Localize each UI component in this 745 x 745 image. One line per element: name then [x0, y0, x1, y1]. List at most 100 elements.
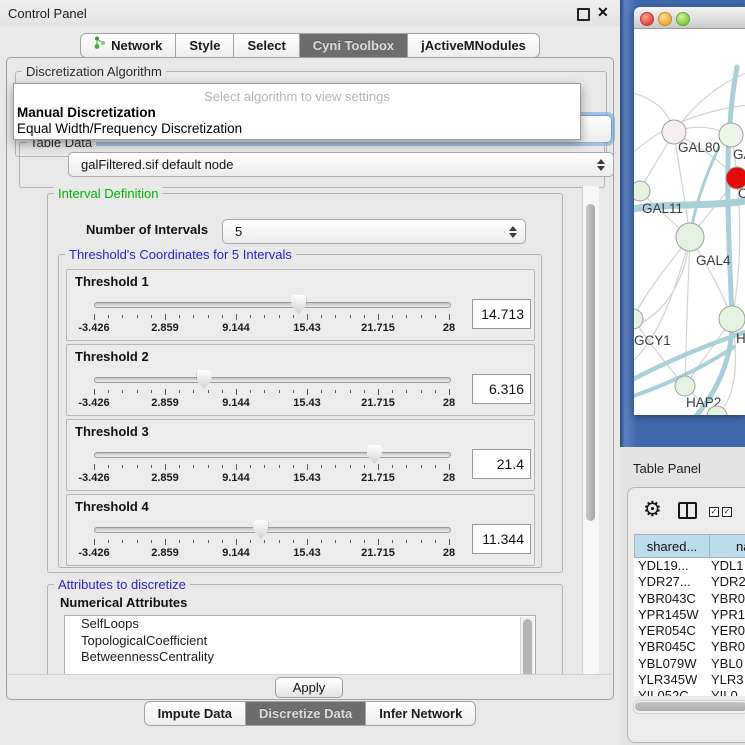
network-window-titlebar[interactable] [634, 7, 745, 29]
panel-title: Control Panel [8, 6, 87, 21]
mac-zoom-icon[interactable] [676, 12, 690, 26]
cell-shared-name[interactable]: YBL079W [634, 656, 708, 672]
horizontal-scrollbar[interactable] [633, 700, 745, 714]
slider-thumb[interactable] [367, 445, 382, 464]
cell-name[interactable]: YBL0 [708, 656, 745, 672]
slider-tick [179, 465, 180, 468]
network-node-gcy1[interactable] [634, 309, 643, 329]
slider-tick [236, 464, 237, 470]
table-row[interactable]: YLR345WYLR3 [634, 672, 745, 688]
cell-name[interactable]: YDR2 [708, 574, 745, 590]
network-view-window[interactable]: GAL80GACGAL11GAL4GCY1HHAP2 [634, 7, 745, 415]
network-node-gal4[interactable] [676, 223, 704, 251]
slider-track[interactable] [94, 452, 451, 458]
table-data-combobox[interactable]: galFiltered.sif default node [68, 152, 614, 177]
cell-name[interactable]: YLR3 [708, 672, 745, 688]
slider-tick [364, 540, 365, 543]
tab-cyni-toolbox[interactable]: Cyni Toolbox [300, 33, 408, 58]
column-header-name[interactable]: na [709, 534, 745, 558]
mac-minimize-icon[interactable] [658, 12, 672, 26]
slider-tick [279, 390, 280, 393]
mac-close-icon[interactable] [640, 12, 654, 26]
threshold-value-field[interactable]: 11.344 [472, 524, 531, 554]
cell-shared-name[interactable]: YBR045C [634, 639, 708, 655]
vertical-scrollbar[interactable] [582, 186, 599, 674]
cell-name[interactable]: YIL0 [708, 688, 745, 696]
network-edge[interactable] [634, 237, 690, 369]
tab-discretize-data[interactable]: Discretize Data [246, 701, 366, 726]
numerical-attributes-list[interactable]: SelfLoopsTopologicalCoefficientBetweenne… [64, 615, 536, 674]
cell-name[interactable]: YBR0 [708, 591, 745, 607]
cell-shared-name[interactable]: YLR345W [634, 672, 708, 688]
cell-shared-name[interactable]: YBR043C [634, 591, 708, 607]
slider-tick [236, 389, 237, 395]
apply-button[interactable]: Apply [275, 677, 343, 698]
network-canvas[interactable]: GAL80GACGAL11GAL4GCY1HHAP2 [634, 29, 745, 415]
cell-name[interactable]: YDL1 [708, 558, 745, 574]
popup-option-manual-discretization[interactable]: Manual Discretization [17, 105, 156, 120]
split-view-icon[interactable] [678, 502, 697, 519]
tab-select[interactable]: Select [234, 33, 299, 58]
cell-shared-name[interactable]: YPR145W [634, 607, 708, 623]
checkbox-icon[interactable]: ✓ [709, 507, 719, 517]
list-item[interactable]: TopologicalCoefficient [65, 633, 535, 650]
tab-style[interactable]: Style [176, 33, 234, 58]
checkbox-icon[interactable]: ✓ [722, 507, 732, 517]
threshold-value-field[interactable]: 14.713 [472, 299, 531, 329]
table-row[interactable]: YBR043CYBR0 [634, 591, 745, 607]
tab-infer-network[interactable]: Infer Network [366, 701, 476, 726]
node-attribute-table[interactable]: shared... na YDL19...YDL1YDR27...YDR2YBR… [634, 534, 745, 696]
table-row[interactable]: YDR27...YDR2 [634, 574, 745, 590]
float-icon[interactable] [577, 8, 590, 21]
popup-option-equal-width-frequency[interactable]: Equal Width/Frequency Discretization [17, 121, 242, 136]
interval-definition-group: Interval Definition Number of Intervals … [47, 193, 563, 573]
table-row[interactable]: YBL079WYBL0 [634, 656, 745, 672]
cell-shared-name[interactable]: YDL19... [634, 558, 708, 574]
slider-thumb[interactable] [291, 295, 306, 314]
network-icon [94, 34, 106, 57]
slider-tick [293, 390, 294, 393]
tab-impute-data[interactable]: Impute Data [144, 701, 246, 726]
cell-name[interactable]: YER0 [708, 623, 745, 639]
slider-track[interactable] [94, 527, 451, 533]
tab-jactivemnodules[interactable]: jActiveMNodules [408, 33, 540, 58]
horizontal-scrollbar-thumb[interactable] [635, 702, 745, 711]
table-row[interactable]: YDL19...YDL1 [634, 558, 745, 574]
table-body: YDL19...YDL1YDR27...YDR2YBR043CYBR0YPR14… [634, 558, 745, 696]
tab-label: Style [189, 34, 220, 57]
list-item[interactable]: BetweennessCentrality [65, 649, 535, 666]
cell-shared-name[interactable]: YIL052C [634, 688, 708, 696]
threshold-value-field[interactable]: 6.316 [472, 374, 531, 404]
list-item[interactable]: SelfLoops [65, 616, 535, 633]
network-node-h[interactable] [719, 306, 745, 332]
slider-thumb[interactable] [197, 370, 212, 389]
column-header-shared-name[interactable]: shared... [634, 534, 709, 558]
table-row[interactable]: YER054CYER0 [634, 623, 745, 639]
cell-name[interactable]: YBR0 [708, 639, 745, 655]
network-node-gal11[interactable] [634, 181, 650, 201]
cell-name[interactable]: YPR1 [708, 607, 745, 623]
slider-thumb[interactable] [253, 520, 268, 539]
slider-tick [321, 465, 322, 468]
slider-tick [293, 540, 294, 543]
close-icon[interactable]: ✕ [597, 4, 609, 21]
slider-track[interactable] [94, 377, 451, 383]
table-row[interactable]: YPR145WYPR1 [634, 607, 745, 623]
cell-shared-name[interactable]: YDR27... [634, 574, 708, 590]
table-row[interactable]: YIL052CYIL0 [634, 688, 745, 696]
network-node-hap2[interactable] [675, 376, 695, 396]
list-scrollbar-thumb[interactable] [523, 619, 532, 674]
threshold-value-field[interactable]: 21.4 [472, 449, 531, 479]
vertical-scrollbar-thumb[interactable] [586, 204, 595, 521]
network-node-ga[interactable] [719, 123, 743, 147]
list-scrollbar[interactable] [520, 617, 534, 674]
slider-track[interactable] [94, 302, 451, 308]
slider-tick [364, 465, 365, 468]
cell-shared-name[interactable]: YER054C [634, 623, 708, 639]
table-row[interactable]: YBR045CYBR0 [634, 639, 745, 655]
number-of-intervals-combobox[interactable]: 5 [222, 219, 526, 244]
slider-tick [435, 465, 436, 468]
gear-icon[interactable]: ⚙ [643, 497, 662, 522]
tab-network[interactable]: Network [80, 33, 176, 58]
slider-tick-label: 9.144 [208, 397, 264, 409]
